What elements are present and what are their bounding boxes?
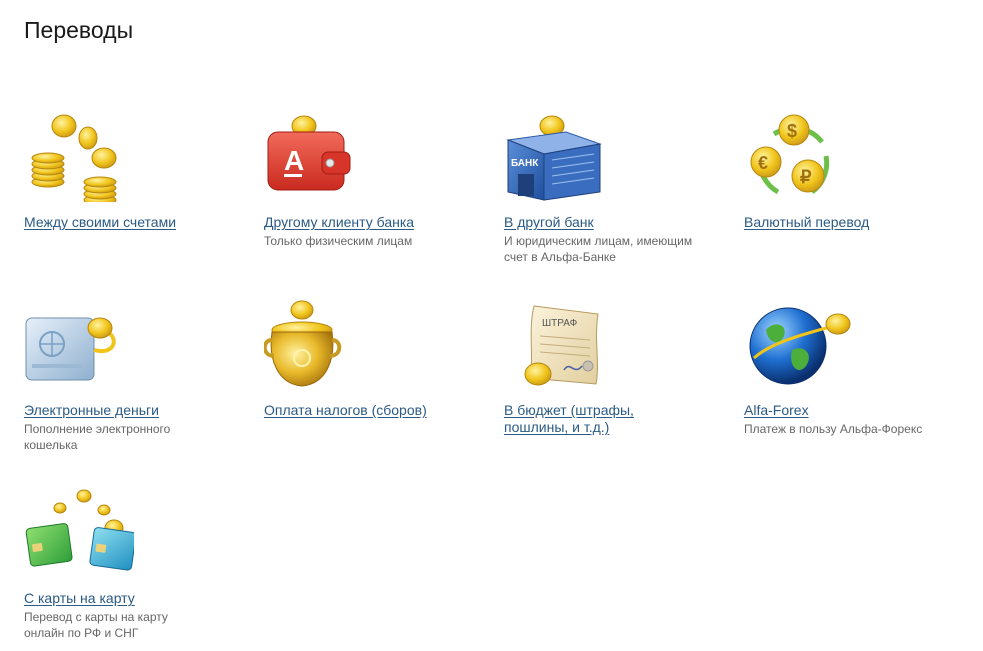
card-to-card-link[interactable]: С карты на карту	[24, 590, 244, 607]
svg-text:$: $	[787, 121, 797, 141]
taxes-link[interactable]: Оплата налогов (сборов)	[264, 402, 484, 419]
budget-link[interactable]: В бюджет (штрафы, пошлины, и т.д.)	[504, 402, 664, 436]
wallet-icon[interactable]: A	[264, 112, 374, 202]
card-to-card-desc: Перевод с карты на карту онлайн по РФ и …	[24, 610, 168, 640]
page-title: Переводы	[24, 17, 134, 43]
other-bank-link[interactable]: В другой банк	[504, 214, 724, 231]
own-accounts-link[interactable]: Между своими счетами	[24, 214, 244, 231]
e-money-card-icon[interactable]	[24, 300, 134, 390]
globe-icon[interactable]	[744, 300, 854, 390]
alfa-forex-desc: Платеж в пользу Альфа-Форекс	[744, 422, 923, 436]
svg-text:₽: ₽	[800, 167, 812, 187]
cards-transfer-icon[interactable]	[24, 488, 134, 578]
svg-text:ШТРАФ: ШТРАФ	[542, 318, 578, 329]
gold-pot-icon[interactable]	[264, 300, 374, 390]
fine-document-icon[interactable]: ШТРАФ	[504, 300, 614, 390]
bank-building-icon[interactable]: БАНК	[504, 112, 614, 202]
other-bank-desc: И юридическим лицам, имеющим счет в Альф…	[504, 234, 693, 264]
e-money-desc: Пополнение электронного кошелька	[24, 422, 171, 452]
currency-transfer-link[interactable]: Валютный перевод	[744, 214, 964, 231]
currency-exchange-icon[interactable]: $ € ₽	[744, 112, 854, 202]
svg-text:€: €	[758, 153, 768, 173]
another-client-desc: Только физическим лицам	[264, 234, 413, 248]
alfa-forex-link[interactable]: Alfa-Forex	[744, 402, 964, 419]
another-client-link[interactable]: Другому клиенту банка	[264, 214, 484, 231]
svg-text:A: A	[284, 145, 304, 176]
e-money-link[interactable]: Электронные деньги	[24, 402, 244, 419]
coins-stack-icon[interactable]	[24, 112, 134, 202]
svg-text:БАНК: БАНК	[511, 158, 539, 169]
